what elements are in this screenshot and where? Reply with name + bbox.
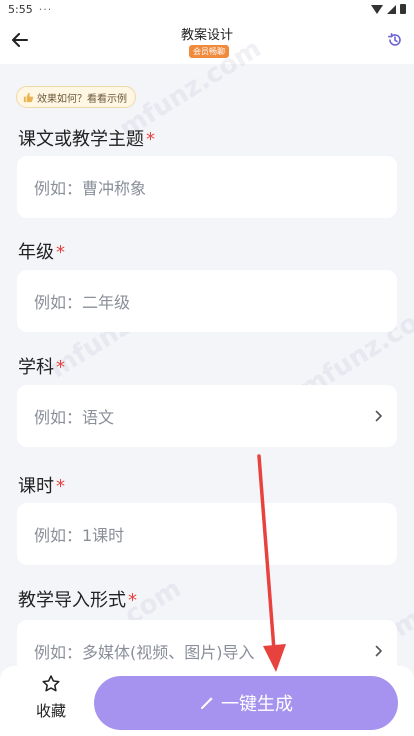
required-mark: *: [56, 476, 65, 497]
field-label-text: 学科: [18, 357, 54, 378]
signal-icon: [387, 4, 396, 14]
star-icon: [42, 675, 60, 692]
field-label-text: 课文或教学主题: [18, 129, 144, 150]
bottom-action-bar: 收藏 一键生成: [0, 666, 414, 736]
favorite-label: 收藏: [35, 702, 66, 720]
required-mark: *: [128, 590, 137, 611]
field-label-intro: 教学导入形式 *: [18, 586, 137, 612]
status-icons: [371, 4, 406, 14]
field-label-subject: 学科 *: [18, 353, 65, 379]
chevron-right-icon: [375, 409, 385, 423]
field-label-period: 课时 *: [18, 472, 65, 498]
period-input[interactable]: 例如：1课时: [17, 503, 397, 565]
grade-input[interactable]: 例如：二年级: [17, 270, 397, 332]
generate-button[interactable]: 一键生成: [94, 676, 398, 730]
form-content: mfunz.com mfunz.com mfunz.com mfunz.com …: [0, 34, 414, 736]
example-tip-label: 效果如何？看看示例: [37, 93, 127, 105]
favorite-button[interactable]: 收藏: [24, 674, 78, 730]
grade-placeholder: 例如：二年级: [34, 293, 131, 312]
field-label-topic: 课文或教学主题 *: [18, 125, 155, 151]
intro-form-placeholder: 例如：多媒体(视频、图片)导入: [34, 643, 255, 662]
thumbs-up-icon: [23, 92, 34, 102]
history-icon: [388, 33, 401, 46]
field-label-text: 课时: [18, 476, 54, 497]
topic-input[interactable]: 例如：曹冲称象: [17, 156, 397, 218]
topic-placeholder: 例如：曹冲称象: [34, 179, 147, 198]
status-dots: ···: [38, 2, 53, 16]
battery-icon: [400, 4, 406, 14]
chevron-right-icon: [375, 644, 385, 658]
required-mark: *: [56, 357, 65, 378]
period-placeholder: 例如：1课时: [34, 526, 125, 545]
top-nav: 教案设计 会员畅聊: [0, 18, 414, 64]
required-mark: *: [56, 242, 65, 263]
example-tip[interactable]: 效果如何？看看示例: [16, 86, 136, 108]
subject-placeholder: 例如：语文: [34, 408, 115, 427]
status-time: 5:55: [8, 2, 33, 16]
required-mark: *: [146, 129, 155, 150]
member-badge: 会员畅聊: [189, 45, 229, 58]
field-label-text: 教学导入形式: [18, 590, 126, 611]
subject-select[interactable]: 例如：语文: [17, 385, 397, 447]
field-label-text: 年级: [18, 242, 54, 263]
magic-pen-icon: [201, 697, 213, 709]
page-title: 教案设计: [180, 28, 233, 43]
generate-label: 一键生成: [221, 694, 293, 715]
field-label-grade: 年级 *: [18, 238, 65, 264]
status-bar: 5:55 ···: [0, 0, 414, 18]
history-button[interactable]: [384, 29, 406, 51]
wifi-icon: [371, 4, 383, 14]
